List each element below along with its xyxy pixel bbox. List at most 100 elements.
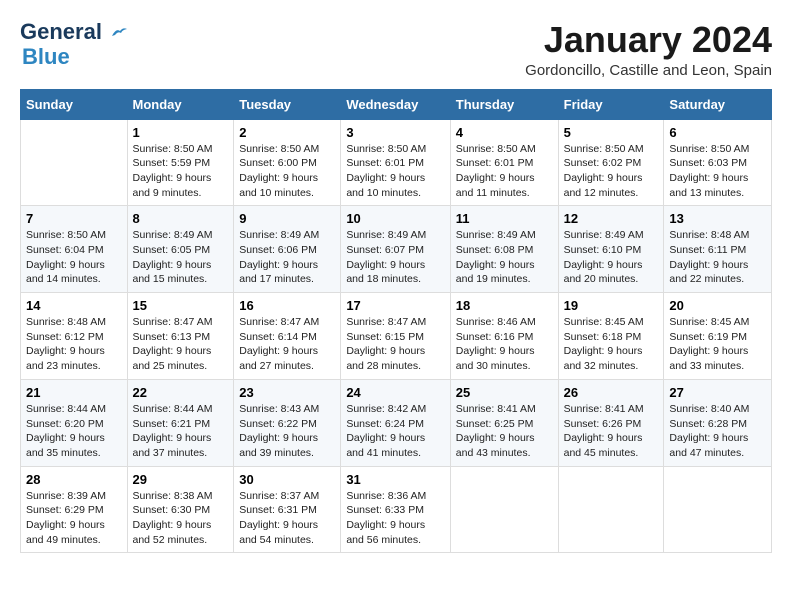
calendar-cell: 9 Sunrise: 8:49 AMSunset: 6:06 PMDaylight… (234, 206, 341, 293)
day-number: 2 (239, 125, 335, 140)
week-row-3: 14 Sunrise: 8:48 AMSunset: 6:12 PMDayligh… (21, 293, 772, 380)
day-info: Sunrise: 8:50 AMSunset: 6:04 PMDaylight:… (26, 228, 122, 287)
calendar-cell: 6Sunrise: 8:50 AMSunset: 6:03 PMDaylight… (664, 119, 772, 206)
day-info: Sunrise: 8:39 AMSunset: 6:29 PMDaylight:… (26, 489, 122, 548)
day-info: Sunrise: 8:49 AMSunset: 6:06 PMDaylight:… (239, 228, 335, 287)
day-number: 24 (346, 385, 444, 400)
day-info: Sunrise: 8:50 AMSunset: 6:01 PMDaylight:… (346, 142, 444, 201)
day-number: 10 (346, 211, 444, 226)
weekday-header-friday: Friday (558, 89, 664, 119)
day-info: Sunrise: 8:36 AMSunset: 6:33 PMDaylight:… (346, 489, 444, 548)
week-row-5: 28Sunrise: 8:39 AMSunset: 6:29 PMDayligh… (21, 466, 772, 553)
calendar-cell: 29 Sunrise: 8:38 AMSunset: 6:30 PMDayligh… (127, 466, 234, 553)
day-info: Sunrise: 8:49 AMSunset: 6:07 PMDaylight:… (346, 228, 444, 287)
calendar-cell: 1Sunrise: 8:50 AMSunset: 5:59 PMDaylight… (127, 119, 234, 206)
calendar-cell (558, 466, 664, 553)
weekday-header-row: SundayMondayTuesdayWednesdayThursdayFrid… (21, 89, 772, 119)
calendar-cell: 22Sunrise: 8:44 AMSunset: 6:21 PMDayligh… (127, 379, 234, 466)
day-number: 9 (239, 211, 335, 226)
day-info: Sunrise: 8:50 AMSunset: 6:00 PMDaylight:… (239, 142, 335, 201)
day-info: Sunrise: 8:41 AMSunset: 6:25 PMDaylight:… (456, 402, 553, 461)
calendar-cell (450, 466, 558, 553)
calendar-cell: 23 Sunrise: 8:43 AMSunset: 6:22 PMDayligh… (234, 379, 341, 466)
day-number: 22 (133, 385, 229, 400)
day-number: 3 (346, 125, 444, 140)
day-number: 19 (564, 298, 659, 313)
day-number: 16 (239, 298, 335, 313)
calendar-cell: 10 Sunrise: 8:49 AMSunset: 6:07 PMDayligh… (341, 206, 450, 293)
weekday-header-monday: Monday (127, 89, 234, 119)
weekday-header-wednesday: Wednesday (341, 89, 450, 119)
logo-line2: Blue (22, 44, 70, 70)
calendar-cell: 26 Sunrise: 8:41 AMSunset: 6:26 PMDayligh… (558, 379, 664, 466)
day-number: 20 (669, 298, 766, 313)
day-number: 5 (564, 125, 659, 140)
calendar-cell: 14 Sunrise: 8:48 AMSunset: 6:12 PMDayligh… (21, 293, 128, 380)
day-number: 31 (346, 472, 444, 487)
day-info: Sunrise: 8:49 AMSunset: 6:08 PMDaylight:… (456, 228, 553, 287)
day-number: 26 (564, 385, 659, 400)
logo-text: General (20, 20, 128, 44)
week-row-2: 7 Sunrise: 8:50 AMSunset: 6:04 PMDaylight… (21, 206, 772, 293)
week-row-4: 21Sunrise: 8:44 AMSunset: 6:20 PMDayligh… (21, 379, 772, 466)
calendar-cell: 11 Sunrise: 8:49 AMSunset: 6:08 PMDayligh… (450, 206, 558, 293)
calendar-cell: 27Sunrise: 8:40 AMSunset: 6:28 PMDayligh… (664, 379, 772, 466)
day-info: Sunrise: 8:41 AMSunset: 6:26 PMDaylight:… (564, 402, 659, 461)
calendar-cell: 28Sunrise: 8:39 AMSunset: 6:29 PMDayligh… (21, 466, 128, 553)
day-info: Sunrise: 8:47 AMSunset: 6:15 PMDaylight:… (346, 315, 444, 374)
day-info: Sunrise: 8:48 AMSunset: 6:11 PMDaylight:… (669, 228, 766, 287)
day-info: Sunrise: 8:45 AMSunset: 6:19 PMDaylight:… (669, 315, 766, 374)
calendar-cell: 12Sunrise: 8:49 AMSunset: 6:10 PMDayligh… (558, 206, 664, 293)
day-number: 13 (669, 211, 766, 226)
calendar-cell: 3 Sunrise: 8:50 AMSunset: 6:01 PMDaylight… (341, 119, 450, 206)
day-number: 12 (564, 211, 659, 226)
day-number: 15 (133, 298, 229, 313)
week-row-1: 1Sunrise: 8:50 AMSunset: 5:59 PMDaylight… (21, 119, 772, 206)
logo: General Blue (20, 20, 128, 70)
day-info: Sunrise: 8:50 AMSunset: 6:01 PMDaylight:… (456, 142, 553, 201)
day-number: 6 (669, 125, 766, 140)
calendar-cell: 4 Sunrise: 8:50 AMSunset: 6:01 PMDaylight… (450, 119, 558, 206)
day-number: 14 (26, 298, 122, 313)
day-info: Sunrise: 8:47 AMSunset: 6:14 PMDaylight:… (239, 315, 335, 374)
calendar-table: SundayMondayTuesdayWednesdayThursdayFrid… (20, 89, 772, 554)
day-number: 7 (26, 211, 122, 226)
day-number: 29 (133, 472, 229, 487)
calendar-cell (21, 119, 128, 206)
day-number: 27 (669, 385, 766, 400)
day-info: Sunrise: 8:47 AMSunset: 6:13 PMDaylight:… (133, 315, 229, 374)
calendar-cell: 19 Sunrise: 8:45 AMSunset: 6:18 PMDayligh… (558, 293, 664, 380)
day-number: 17 (346, 298, 444, 313)
page-header: General Blue January 2024 Gordoncillo, C… (20, 20, 772, 79)
day-number: 23 (239, 385, 335, 400)
day-info: Sunrise: 8:45 AMSunset: 6:18 PMDaylight:… (564, 315, 659, 374)
day-number: 4 (456, 125, 553, 140)
location-subtitle: Gordoncillo, Castille and Leon, Spain (525, 62, 772, 79)
day-number: 8 (133, 211, 229, 226)
calendar-cell: 30Sunrise: 8:37 AMSunset: 6:31 PMDayligh… (234, 466, 341, 553)
weekday-header-sunday: Sunday (21, 89, 128, 119)
logo-bird-icon (110, 26, 128, 40)
day-number: 25 (456, 385, 553, 400)
calendar-cell (664, 466, 772, 553)
calendar-cell: 5Sunrise: 8:50 AMSunset: 6:02 PMDaylight… (558, 119, 664, 206)
day-number: 11 (456, 211, 553, 226)
day-info: Sunrise: 8:38 AMSunset: 6:30 PMDaylight:… (133, 489, 229, 548)
calendar-cell: 7 Sunrise: 8:50 AMSunset: 6:04 PMDaylight… (21, 206, 128, 293)
day-info: Sunrise: 8:43 AMSunset: 6:22 PMDaylight:… (239, 402, 335, 461)
calendar-cell: 21Sunrise: 8:44 AMSunset: 6:20 PMDayligh… (21, 379, 128, 466)
weekday-header-tuesday: Tuesday (234, 89, 341, 119)
calendar-cell: 16 Sunrise: 8:47 AMSunset: 6:14 PMDayligh… (234, 293, 341, 380)
day-number: 18 (456, 298, 553, 313)
weekday-header-thursday: Thursday (450, 89, 558, 119)
title-section: January 2024 Gordoncillo, Castille and L… (525, 20, 772, 79)
day-number: 21 (26, 385, 122, 400)
day-info: Sunrise: 8:48 AMSunset: 6:12 PMDaylight:… (26, 315, 122, 374)
calendar-cell: 24Sunrise: 8:42 AMSunset: 6:24 PMDayligh… (341, 379, 450, 466)
calendar-cell: 18Sunrise: 8:46 AMSunset: 6:16 PMDayligh… (450, 293, 558, 380)
calendar-cell: 15 Sunrise: 8:47 AMSunset: 6:13 PMDayligh… (127, 293, 234, 380)
day-info: Sunrise: 8:50 AMSunset: 5:59 PMDaylight:… (133, 142, 229, 201)
weekday-header-saturday: Saturday (664, 89, 772, 119)
calendar-cell: 8Sunrise: 8:49 AMSunset: 6:05 PMDaylight… (127, 206, 234, 293)
day-number: 30 (239, 472, 335, 487)
